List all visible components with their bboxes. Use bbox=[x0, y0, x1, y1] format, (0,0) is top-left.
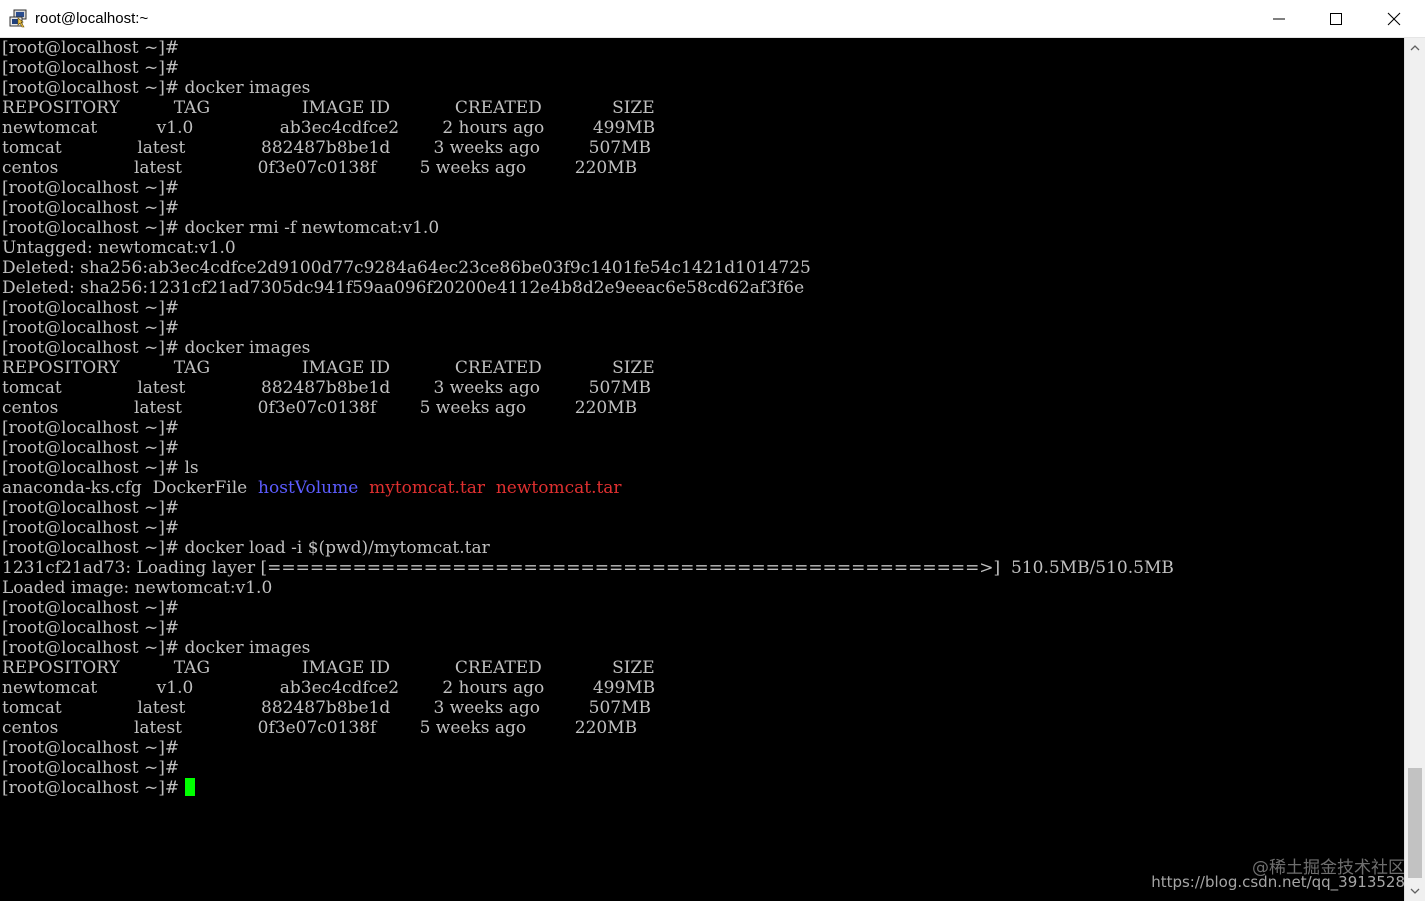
terminal-text-segment: Loaded image: newtomcat:v1.0 bbox=[2, 578, 273, 598]
terminal-text-segment: [root@localhost ~]# bbox=[2, 198, 180, 218]
terminal-line: newtomcat v1.0 ab3ec4cdfce2 2 hours ago … bbox=[2, 678, 1174, 698]
terminal-text-segment: [root@localhost ~]# bbox=[2, 418, 180, 438]
terminal-text-segment: REPOSITORY TAG IMAGE ID CREATED SIZE bbox=[2, 358, 655, 378]
terminal-text-segment: centos latest 0f3e07c0138f 5 weeks ago 2… bbox=[2, 718, 638, 738]
window-title: root@localhost:~ bbox=[35, 10, 149, 27]
terminal-text-segment: 1231cf21ad73: Loading layer [===========… bbox=[2, 558, 1174, 578]
terminal-text-segment: [root@localhost ~]# docker images bbox=[2, 638, 311, 658]
terminal-line: [root@localhost ~]# ls bbox=[2, 458, 1174, 478]
minimize-button[interactable] bbox=[1250, 0, 1308, 37]
terminal-text-segment: [root@localhost ~]# bbox=[2, 498, 180, 518]
terminal-line: [root@localhost ~]# bbox=[2, 58, 1174, 78]
terminal-line: [root@localhost ~]# bbox=[2, 498, 1174, 518]
vertical-scrollbar[interactable] bbox=[1404, 38, 1425, 901]
terminal-text-segment: [root@localhost ~]# bbox=[2, 298, 180, 318]
terminal-line: 1231cf21ad73: Loading layer [===========… bbox=[2, 558, 1174, 578]
terminal-text-segment: [root@localhost ~]# bbox=[2, 178, 180, 198]
terminal-line: tomcat latest 882487b8be1d 3 weeks ago 5… bbox=[2, 378, 1174, 398]
terminal-text-segment: [root@localhost ~]# bbox=[2, 58, 180, 78]
archive-file-name: newtomcat.tar bbox=[495, 478, 622, 498]
terminal-text-segment: tomcat latest 882487b8be1d 3 weeks ago 5… bbox=[2, 378, 652, 398]
scroll-up-arrow-icon[interactable] bbox=[1405, 38, 1425, 58]
terminal-line: [root@localhost ~]# docker images bbox=[2, 338, 1174, 358]
terminal-line: Deleted: sha256:1231cf21ad7305dc941f59aa… bbox=[2, 278, 1174, 298]
terminal-line: [root@localhost ~]# bbox=[2, 198, 1174, 218]
terminal-line: [root@localhost ~]# bbox=[2, 518, 1174, 538]
terminal-line: [root@localhost ~]# bbox=[2, 438, 1174, 458]
terminal-line: Loaded image: newtomcat:v1.0 bbox=[2, 578, 1174, 598]
terminal-text-segment: centos latest 0f3e07c0138f 5 weeks ago 2… bbox=[2, 398, 638, 418]
terminal-text-segment: tomcat latest 882487b8be1d 3 weeks ago 5… bbox=[2, 698, 652, 718]
terminal-text-segment: [root@localhost ~]# bbox=[2, 738, 180, 758]
terminal-line: newtomcat v1.0 ab3ec4cdfce2 2 hours ago … bbox=[2, 118, 1174, 138]
terminal-text-segment: [root@localhost ~]# bbox=[2, 438, 180, 458]
terminal-line: Untagged: newtomcat:v1.0 bbox=[2, 238, 1174, 258]
terminal-line: [root@localhost ~]# bbox=[2, 598, 1174, 618]
terminal-line: tomcat latest 882487b8be1d 3 weeks ago 5… bbox=[2, 698, 1174, 718]
terminal-line: [root@localhost ~]# bbox=[2, 298, 1174, 318]
terminal-text-segment: anaconda-ks.cfg DockerFile bbox=[2, 478, 259, 498]
terminal-text-segment: [root@localhost ~]# bbox=[2, 318, 180, 338]
terminal-text-segment: Deleted: sha256:ab3ec4cdfce2d9100d77c928… bbox=[2, 258, 811, 278]
terminal-text-segment: REPOSITORY TAG IMAGE ID CREATED SIZE bbox=[2, 98, 655, 118]
terminal-line: [root@localhost ~]# bbox=[2, 38, 1174, 58]
directory-name: hostVolume bbox=[258, 478, 359, 498]
terminal-text-segment: [root@localhost ~]# bbox=[2, 758, 180, 778]
terminal-text-segment: [root@localhost ~]# bbox=[2, 38, 180, 58]
terminal-line: REPOSITORY TAG IMAGE ID CREATED SIZE bbox=[2, 658, 1174, 678]
terminal-line: REPOSITORY TAG IMAGE ID CREATED SIZE bbox=[2, 358, 1174, 378]
terminal-text-segment: [root@localhost ~]# docker rmi -f newtom… bbox=[2, 218, 440, 238]
terminal-line: [root@localhost ~]# docker images bbox=[2, 78, 1174, 98]
terminal-text-segment: centos latest 0f3e07c0138f 5 weeks ago 2… bbox=[2, 158, 638, 178]
terminal-text-segment: Deleted: sha256:1231cf21ad7305dc941f59aa… bbox=[2, 278, 805, 298]
terminal-line: centos latest 0f3e07c0138f 5 weeks ago 2… bbox=[2, 718, 1174, 738]
terminal-line: REPOSITORY TAG IMAGE ID CREATED SIZE bbox=[2, 98, 1174, 118]
maximize-button[interactable] bbox=[1307, 0, 1365, 37]
terminal-line: centos latest 0f3e07c0138f 5 weeks ago 2… bbox=[2, 158, 1174, 178]
close-icon bbox=[1387, 12, 1401, 26]
text-cursor bbox=[184, 778, 195, 796]
terminal-text-segment: [root@localhost ~]# docker images bbox=[2, 78, 311, 98]
title-bar[interactable]: root@localhost:~ bbox=[0, 0, 1425, 38]
terminal-window: root@localhost:~ [root@localhost ~]# [roo… bbox=[0, 0, 1425, 901]
close-button[interactable] bbox=[1365, 0, 1425, 37]
terminal-line: [root@localhost ~]# bbox=[2, 318, 1174, 338]
terminal-text-segment: newtomcat v1.0 ab3ec4cdfce2 2 hours ago … bbox=[2, 118, 656, 138]
terminal-text-segment: tomcat latest 882487b8be1d 3 weeks ago 5… bbox=[2, 138, 652, 158]
terminal-line: [root@localhost ~]# bbox=[2, 178, 1174, 198]
terminal-line: centos latest 0f3e07c0138f 5 weeks ago 2… bbox=[2, 398, 1174, 418]
terminal-text-segment: [root@localhost ~]# docker load -i $(pwd… bbox=[2, 538, 490, 558]
terminal-line: [root@localhost ~]# bbox=[2, 738, 1174, 758]
terminal-line: Deleted: sha256:ab3ec4cdfce2d9100d77c928… bbox=[2, 258, 1174, 278]
terminal-text-segment: [root@localhost ~]# bbox=[2, 598, 180, 618]
terminal-line: [root@localhost ~]# bbox=[2, 778, 1174, 798]
terminal-output[interactable]: [root@localhost ~]# [root@localhost ~]# [r… bbox=[0, 38, 1404, 901]
terminal-line: tomcat latest 882487b8be1d 3 weeks ago 5… bbox=[2, 138, 1174, 158]
minimize-icon bbox=[1273, 18, 1285, 20]
terminal-text-segment: newtomcat v1.0 ab3ec4cdfce2 2 hours ago … bbox=[2, 678, 656, 698]
maximize-icon bbox=[1330, 13, 1342, 25]
terminal-line: [root@localhost ~]# bbox=[2, 618, 1174, 638]
terminal-line: anaconda-ks.cfg DockerFile hostVolume my… bbox=[2, 478, 1174, 498]
terminal-text-segment: [root@localhost ~]# bbox=[2, 618, 180, 638]
terminal-line: [root@localhost ~]# bbox=[2, 758, 1174, 778]
terminal-text-segment: [root@localhost ~]# ls bbox=[2, 458, 199, 478]
terminal-line: [root@localhost ~]# bbox=[2, 418, 1174, 438]
archive-file-name: mytomcat.tar bbox=[369, 478, 486, 498]
putty-terminal-icon bbox=[9, 9, 27, 28]
scroll-down-arrow-icon[interactable] bbox=[1405, 881, 1425, 901]
terminal-text-segment: REPOSITORY TAG IMAGE ID CREATED SIZE bbox=[2, 658, 655, 678]
terminal-text: [root@localhost ~]# [root@localhost ~]# [r… bbox=[2, 38, 1174, 798]
scrollbar-thumb[interactable] bbox=[1408, 768, 1422, 878]
watermark-url: https://blog.csdn.net/qq_3913528 bbox=[1151, 873, 1405, 891]
terminal-line: [root@localhost ~]# docker load -i $(pwd… bbox=[2, 538, 1174, 558]
terminal-line: [root@localhost ~]# docker images bbox=[2, 638, 1174, 658]
terminal-text-segment: Untagged: newtomcat:v1.0 bbox=[2, 238, 236, 258]
terminal-text-segment: [root@localhost ~]# bbox=[2, 778, 185, 798]
terminal-line: [root@localhost ~]# docker rmi -f newtom… bbox=[2, 218, 1174, 238]
terminal-text-segment: [root@localhost ~]# bbox=[2, 518, 180, 538]
terminal-text-segment: [root@localhost ~]# docker images bbox=[2, 338, 311, 358]
